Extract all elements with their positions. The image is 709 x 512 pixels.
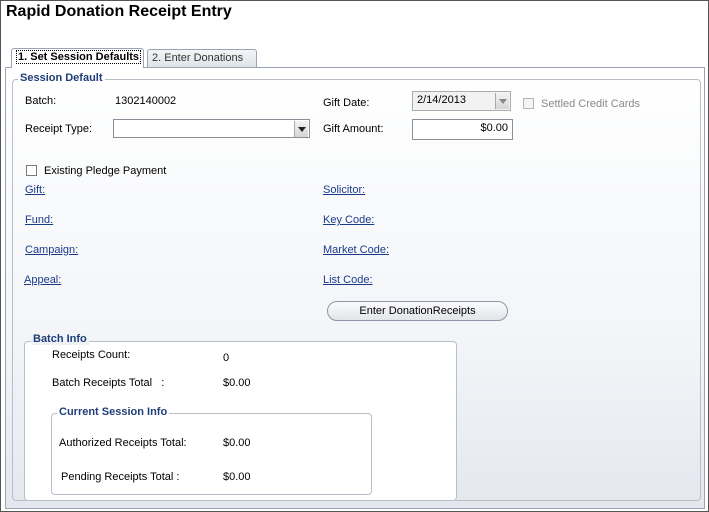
chevron-down-icon [297, 126, 306, 132]
tab-label: 2. Enter Donations [152, 52, 244, 64]
batch-label: Batch: [25, 95, 57, 107]
campaign-link[interactable]: Campaign: [25, 244, 78, 256]
settled-credit-cards-label: Settled Credit Cards [541, 98, 641, 110]
solicitor-link[interactable]: Solicitor: [323, 184, 365, 196]
fund-link[interactable]: Fund: [25, 214, 53, 226]
enter-donation-receipts-button[interactable]: Enter DonationReceipts [327, 301, 508, 321]
list-code-link[interactable]: List Code: [323, 274, 373, 286]
tab-label: 1. Set Session Defaults [16, 50, 142, 64]
gift-date-field[interactable]: 2/14/2013 [412, 91, 511, 111]
gift-date-label: Gift Date: [323, 97, 370, 109]
existing-pledge-checkbox[interactable] [26, 165, 37, 176]
batch-info-legend: Batch Info [31, 333, 89, 345]
tab-set-session-defaults[interactable]: 1. Set Session Defaults [11, 48, 144, 68]
market-code-link[interactable]: Market Code: [323, 244, 389, 256]
gift-amount-label: Gift Amount: [323, 123, 384, 135]
gift-date-dropdown-button[interactable] [495, 93, 509, 109]
receipts-count-label: Receipts Count: [52, 349, 131, 361]
gift-link[interactable]: Gift: [25, 184, 45, 196]
pending-receipts-value: $0.00 [223, 471, 251, 483]
chevron-down-icon [498, 98, 507, 104]
settled-credit-cards-checkbox[interactable] [523, 98, 534, 109]
window-title: Rapid Donation Receipt Entry [6, 3, 232, 20]
current-session-legend: Current Session Info [57, 406, 170, 418]
app-window: Rapid Donation Receipt Entry 1. Set Sess… [0, 0, 709, 512]
session-default-legend: Session Default [18, 72, 105, 84]
batch-receipts-total-value: $0.00 [223, 377, 251, 389]
receipts-count-value: 0 [223, 352, 230, 364]
gift-amount-input[interactable]: $0.00 [412, 119, 513, 140]
batch-receipts-total-label: Batch Receipts Total : [52, 377, 165, 389]
existing-pledge-label: Existing Pledge Payment [44, 165, 167, 177]
appeal-link[interactable]: Appeal: [24, 274, 61, 286]
receipt-type-dropdown-button[interactable] [294, 121, 308, 137]
batch-value: 1302140002 [115, 95, 177, 107]
receipt-type-label: Receipt Type: [25, 123, 93, 135]
receipt-type-select[interactable] [113, 119, 310, 138]
tab-enter-donations[interactable]: 2. Enter Donations [147, 49, 257, 67]
authorized-receipts-value: $0.00 [223, 437, 251, 449]
key-code-link[interactable]: Key Code: [323, 214, 374, 226]
gift-date-value: 2/14/2013 [417, 94, 466, 106]
gift-amount-value: $0.00 [480, 122, 508, 134]
authorized-receipts-label: Authorized Receipts Total: [59, 437, 187, 449]
pending-receipts-label: Pending Receipts Total : [61, 471, 180, 483]
